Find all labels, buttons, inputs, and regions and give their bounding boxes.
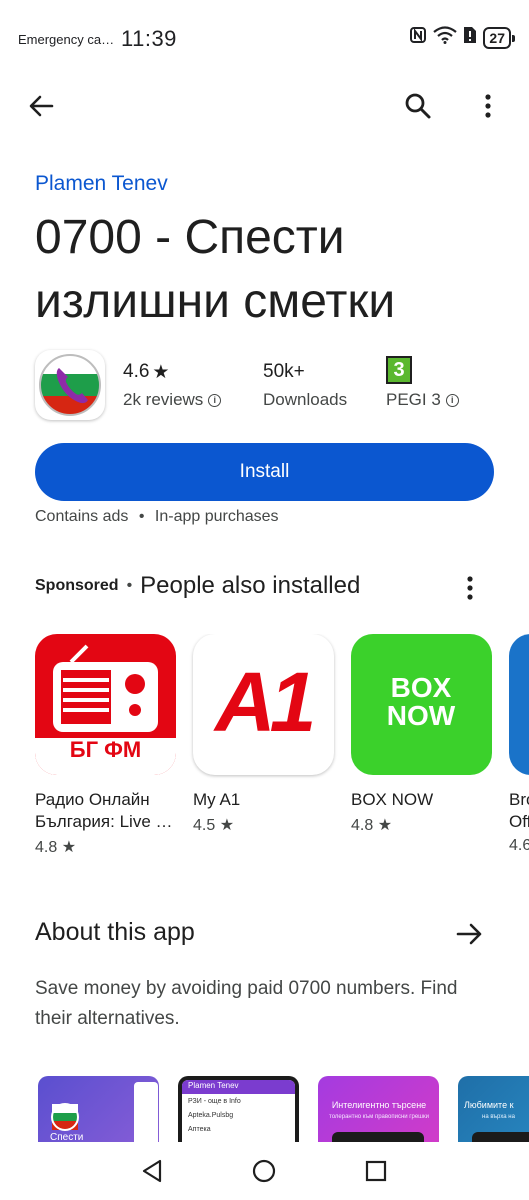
boxnow-logo-text: BOX NOW [386,672,456,731]
nav-home-button[interactable] [244,1151,284,1191]
app-card-name-line2: Off [509,812,529,831]
app-card-rating: 4.8 ★ [35,839,77,856]
boxnow-app-icon: BOX NOW [351,634,492,775]
radio-icon-text: БГ ФМ [69,737,142,762]
star-icon: ★ [152,361,170,383]
app-carousel[interactable]: БГ ФМ Радио Онлайн България: Live … 4.8 … [35,634,529,864]
app-card-name: Bro [509,790,529,809]
sponsored-more-button[interactable] [454,570,486,606]
top-app-bar [0,80,529,132]
pegi-label: PEGI 3 [386,390,441,409]
pegi-badge-icon: 3 [386,356,412,384]
battery-indicator: 27 [483,26,515,49]
screenshot-caption: Любимите к [464,1100,514,1110]
app-description: Save money by avoiding paid 0700 numbers… [35,978,458,1029]
a1-app-icon: A1 [193,634,334,775]
status-time: 11:39 [121,26,177,51]
about-heading[interactable]: About this app [35,918,195,947]
nav-recents-button[interactable] [356,1151,396,1191]
app-card-name-line2: България: Live … [35,812,173,831]
screenshot[interactable]: Интелигентно търсене толерантно към прав… [318,1076,439,1142]
iap-label: In-app purchases [154,508,279,525]
rating-stat[interactable]: 4.6 ★ 2k reviews i [123,360,222,410]
app-card[interactable]: A1 My A1 4.5 ★ [193,634,334,835]
pegi-stat[interactable]: 3 PEGI 3 i [386,356,459,410]
app-card-name: Радио Онлайн [35,790,150,809]
screenshot[interactable]: Спести [38,1076,159,1142]
about-arrow-button[interactable] [452,916,488,952]
bullet-separator: • [138,508,145,525]
bulgaria-phone-icon [39,354,101,416]
info-icon[interactable]: i [445,393,459,407]
triangle-back-icon [142,1159,162,1183]
downloads-label: Downloads [263,390,348,409]
wifi-icon [433,26,458,49]
radio-app-icon: БГ ФМ [35,634,176,775]
screenshot-strip[interactable]: Спести Plamen Tenev РЗИ - още в Info Apt… [38,1076,529,1142]
status-icons: 27 [409,26,515,49]
bulgaria-phone-icon [51,1103,79,1131]
screenshot-caption: Интелигентно търсене [331,1100,427,1110]
more-options-button[interactable] [468,86,508,126]
screenshot-subcaption: толерантно към правописни грешки [329,1114,429,1120]
screenshot[interactable]: Любимите к на върха на [458,1076,529,1142]
install-button[interactable]: Install [35,443,494,501]
phone-mockup [332,1132,424,1142]
app-card-name: My A1 [193,790,241,809]
back-button[interactable] [21,86,61,126]
reviews-count: 2k reviews [123,390,204,409]
screenshot-caption: Plamen Tenev [188,1081,239,1090]
downloads-stat: 50k+ Downloads [263,360,347,410]
screenshot-line: Apteka.Pulsbg [188,1112,234,1119]
screenshot-line: РЗИ - още в Info [188,1098,241,1105]
arrow-forward-icon [456,923,482,945]
a1-logo-text: A1 [215,655,316,749]
app-card-rating: 4.5 ★ [193,817,235,834]
ads-note: Contains ads • In-app purchases [35,508,279,526]
status-bar: Emergency ca… 11:39 27 [0,0,529,80]
system-nav-bar [0,1142,529,1200]
info-icon[interactable]: i [208,393,222,407]
app-card-name: BOX NOW [351,790,434,809]
arrow-back-icon [29,95,54,117]
app-title: 0700 - Спести излишни сметки [35,211,396,328]
phone-mockup [134,1082,158,1142]
carrier-label: Emergency ca… [18,32,115,47]
app-card[interactable]: Bro Off 4.6 [509,634,529,855]
sponsored-label: Sponsored [35,577,119,594]
app-card[interactable]: BOX NOW BOX NOW 4.8 ★ [351,634,492,835]
section-heading: People also installed [140,572,361,599]
sponsored-header: Sponsored • People also installed [35,572,495,600]
app-card-rating: 4.8 ★ [351,817,393,834]
developer-link[interactable]: Plamen Tenev [35,172,168,196]
app-card-icon [509,634,529,775]
nfc-icon [409,26,427,49]
app-card-rating: 4.6 [509,837,529,854]
circle-home-icon [252,1159,276,1183]
downloads-value: 50k+ [263,361,305,382]
phone-mockup [472,1132,529,1142]
search-icon [405,93,431,119]
screenshot-line: Аптека [188,1126,211,1133]
more-vert-icon [467,576,473,600]
screenshot-caption: Спести [50,1132,84,1142]
app-card[interactable]: БГ ФМ Радио Онлайн България: Live … 4.8 … [35,634,176,857]
rating-value: 4.6 [123,361,150,382]
screenshot[interactable]: Plamen Tenev РЗИ - още в Info Apteka.Pul… [178,1076,299,1142]
more-vert-icon [485,94,491,118]
app-icon [35,350,105,420]
separator-dot: • [126,577,133,594]
nav-back-button[interactable] [132,1151,172,1191]
sim-alert-icon [463,26,477,49]
square-recents-icon [365,1160,387,1182]
contains-ads-label: Contains ads [35,508,129,525]
search-button[interactable] [398,86,438,126]
screenshot-subcaption: на върха на [482,1114,515,1120]
